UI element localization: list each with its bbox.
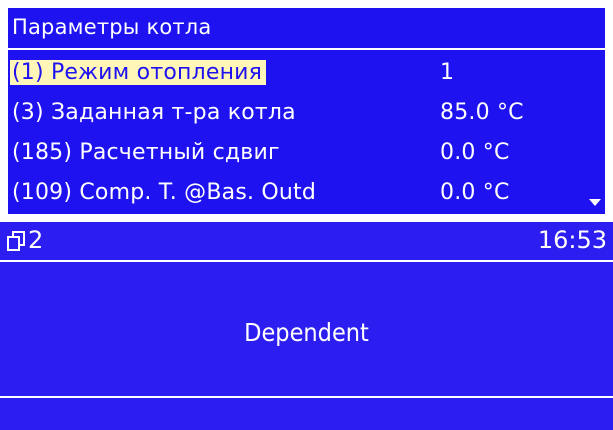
- header-divider: [0, 260, 613, 262]
- param-value: 0.0 °C: [440, 180, 510, 205]
- param-row-boiler-setpoint[interactable]: (3) Заданная т-ра котла 85.0 °C: [8, 94, 605, 134]
- param-label: (185) Расчетный сдвиг: [12, 140, 280, 165]
- param-row-heating-mode[interactable]: (1) Режим отопления 1: [8, 54, 605, 94]
- param-label: (1) Режим отопления: [10, 60, 267, 85]
- param-row-calculated-shift[interactable]: (185) Расчетный сдвиг 0.0 °C: [8, 134, 605, 174]
- param-row-comp-temp[interactable]: (109) Comp. T. @Bas. Outd 0.0 °C: [8, 174, 605, 214]
- title-divider: [8, 48, 605, 50]
- footer-divider: [0, 396, 613, 398]
- param-label: (3) Заданная т-ра котла: [12, 100, 296, 125]
- param-value: 0.0 °C: [440, 140, 510, 165]
- param-value: 1: [440, 60, 455, 85]
- clock: 16:53: [537, 226, 607, 254]
- scroll-down-icon[interactable]: [589, 199, 601, 206]
- mode-message: Dependent: [244, 318, 369, 347]
- param-label: (109) Comp. T. @Bas. Outd: [12, 180, 317, 205]
- status-screen: 2 16:53 Dependent: [0, 222, 613, 430]
- boiler-parameters-screen: Параметры котла (1) Режим отопления 1 (3…: [8, 8, 605, 214]
- pages-icon: [7, 231, 25, 251]
- page-number: 2: [28, 226, 44, 254]
- screen-title: Параметры котла: [12, 15, 212, 39]
- param-value: 85.0 °C: [440, 100, 524, 125]
